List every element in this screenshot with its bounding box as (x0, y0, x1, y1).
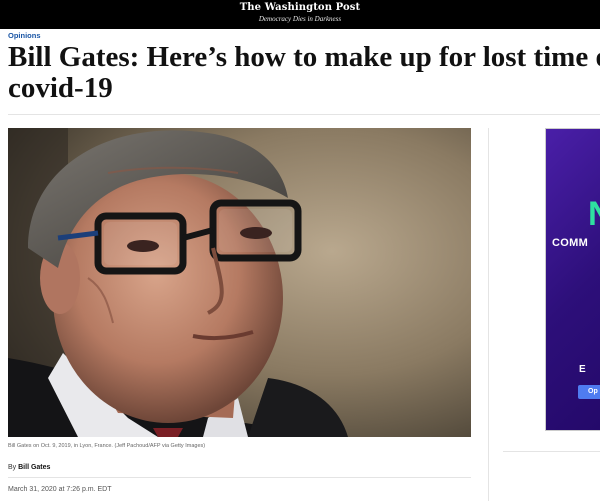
ad-brand-mark: N (588, 197, 600, 231)
article-headline: Bill Gates: Here’s how to make up for lo… (8, 41, 600, 104)
byline-divider (8, 477, 471, 478)
portrait-image (8, 128, 471, 437)
author-link[interactable]: Bill Gates (18, 464, 50, 471)
site-slogan: Democracy Dies in Darkness (258, 15, 342, 23)
byline-prefix: By (8, 464, 17, 471)
section-link-opinions[interactable]: Opinions (8, 31, 41, 40)
header-divider (8, 114, 600, 115)
photo-caption: Bill Gates on Oct. 9, 2019, in Lyon, Fra… (8, 443, 206, 449)
ad-headline: COMM (552, 237, 589, 249)
masthead: The Washington Post Democracy Dies in Da… (0, 0, 600, 29)
sidebar-advertisement[interactable]: N COMM E Op (545, 128, 600, 431)
ad-logo: E (579, 364, 586, 375)
publish-timestamp: March 31, 2020 at 7:26 p.m. EDT (8, 486, 112, 493)
site-logo[interactable]: The Washington Post (0, 2, 600, 13)
ad-cta-button[interactable]: Op (578, 385, 600, 399)
sidebar-divider (488, 128, 489, 501)
byline: By Bill Gates (8, 464, 50, 471)
article-photo (8, 128, 471, 437)
sidebar-bottom-divider (503, 451, 600, 452)
